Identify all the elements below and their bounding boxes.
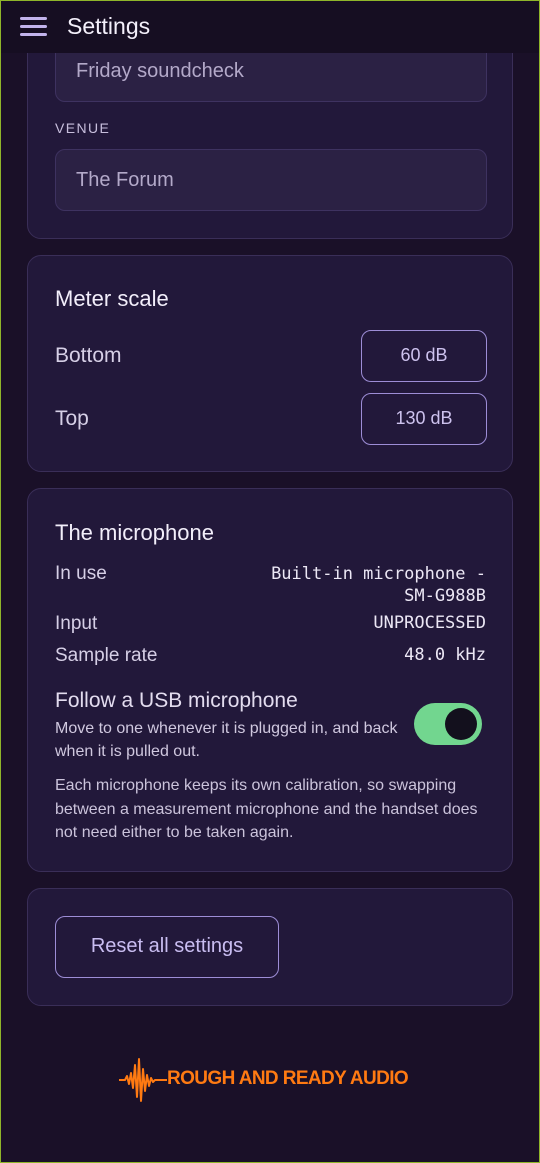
hamburger-menu-icon[interactable] <box>20 17 47 37</box>
app-bar: Settings <box>1 1 539 53</box>
meter-bottom-label: Bottom <box>55 344 122 367</box>
in-use-value: Built-in microphone - SM-G988B <box>271 563 486 607</box>
waveform-icon <box>119 1058 167 1102</box>
sample-rate-value: 48.0 kHz <box>404 645 486 665</box>
meter-scale-title: Meter scale <box>55 286 169 311</box>
page-title: Settings <box>67 13 151 39</box>
calibration-note: Each microphone keeps its own calibratio… <box>55 777 478 841</box>
meter-top-label: Top <box>55 407 89 430</box>
input-value: UNPROCESSED <box>373 613 486 633</box>
microphone-card: The microphone In use Built-in microphon… <box>27 488 513 872</box>
follow-usb-toggle[interactable] <box>414 703 482 745</box>
toggle-knob <box>445 708 477 740</box>
in-use-label: In use <box>55 563 107 584</box>
reset-card: Reset all settings <box>27 888 513 1006</box>
input-label: Input <box>55 613 98 634</box>
meter-top-button[interactable]: 130 dB <box>361 393 487 445</box>
venue-field[interactable] <box>55 149 487 211</box>
brand-logo: ROUGH AND READY AUDIO <box>119 1055 429 1105</box>
sample-rate-label: Sample rate <box>55 645 158 666</box>
venue-caption: VENUE <box>55 120 111 136</box>
logo-text: ROUGH AND READY AUDIO <box>167 1068 409 1089</box>
in-use-value-line2: SM-G988B <box>404 586 486 606</box>
meter-bottom-button[interactable]: 60 dB <box>361 330 487 382</box>
follow-usb-description: Move to one whenever it is plugged in, a… <box>55 720 398 760</box>
reset-all-settings-button[interactable]: Reset all settings <box>55 916 279 978</box>
meter-scale-card: Meter scale Bottom 60 dB Top 130 dB <box>27 255 513 472</box>
follow-usb-title: Follow a USB microphone <box>55 689 298 712</box>
in-use-value-line1: Built-in microphone - <box>271 564 486 584</box>
event-card: VENUE <box>27 21 513 239</box>
microphone-title: The microphone <box>55 520 214 545</box>
